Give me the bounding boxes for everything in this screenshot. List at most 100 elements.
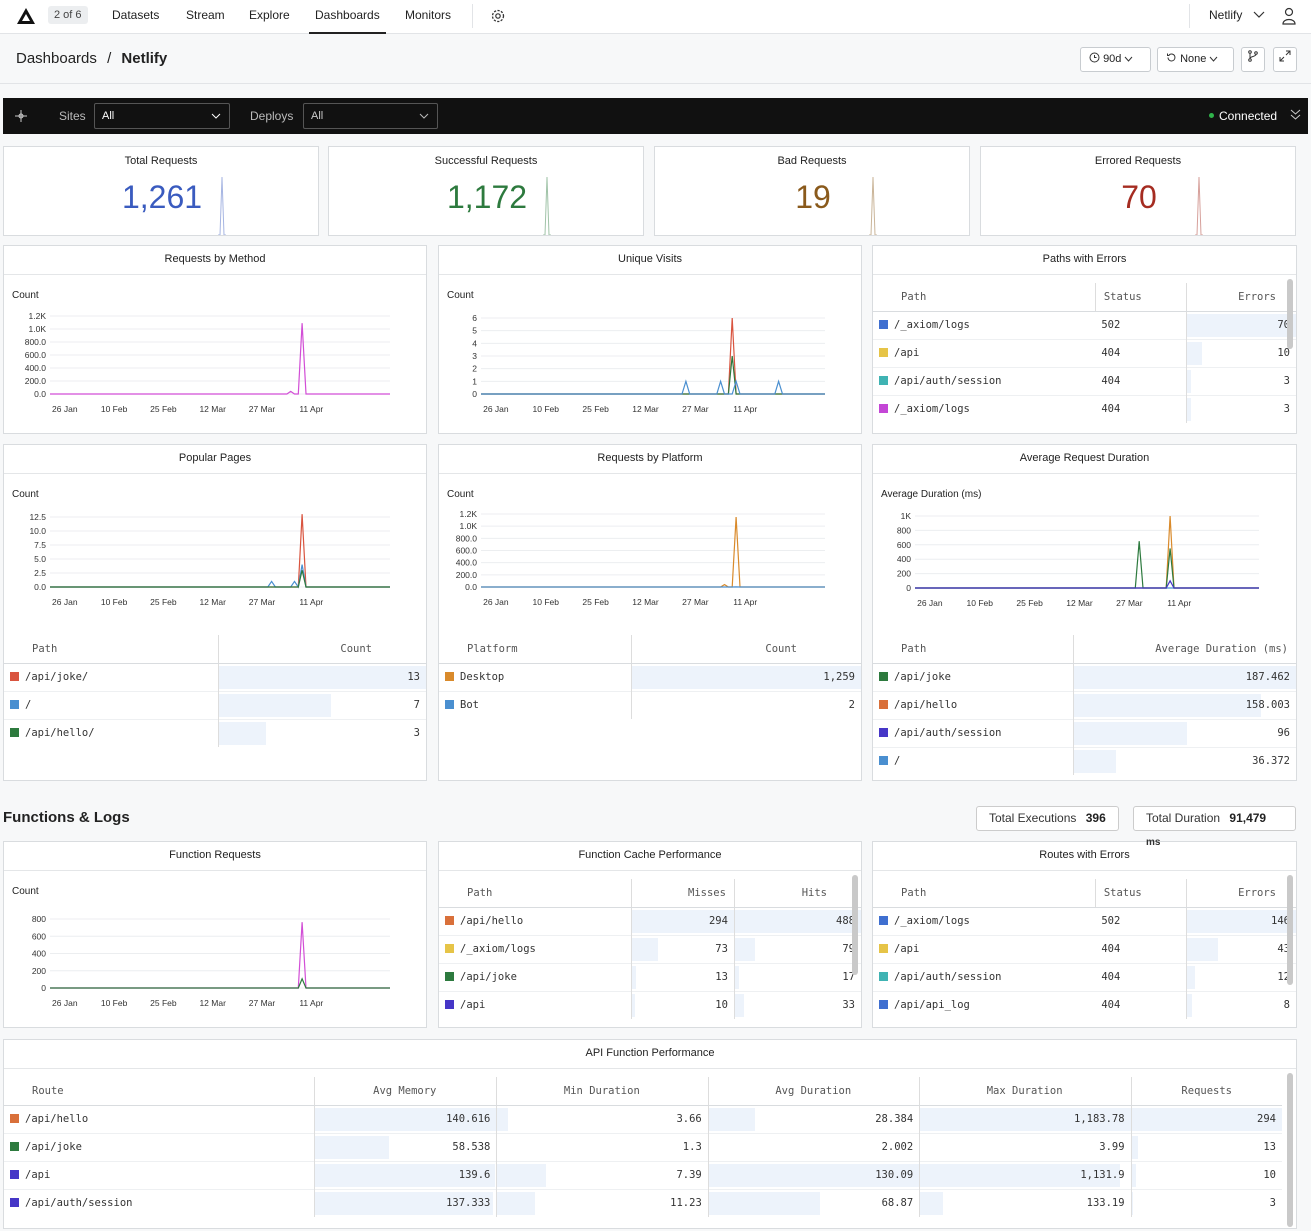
column-header[interactable]: Min Duration xyxy=(496,1077,709,1106)
table-row[interactable]: /api/joke 13 17 xyxy=(439,962,861,991)
table-row[interactable]: /api/auth/session 404 12 xyxy=(873,962,1296,991)
path-text: Bot xyxy=(460,699,479,712)
table-row[interactable]: /api/auth/session 96 xyxy=(873,718,1296,747)
column-header[interactable]: Requests xyxy=(1130,1077,1282,1106)
expand-button[interactable] xyxy=(1273,47,1297,72)
data-table: Path Status Errors /_axiom/logs 502 146/api 40… xyxy=(873,879,1296,1019)
line-chart[interactable]: 1.2K 1.0K 800.0 600.0 400.0 200.0 0.0 26 Jan 10 … xyxy=(439,489,862,629)
table-row[interactable]: /api/hello 158.003 xyxy=(873,690,1296,719)
line-chart[interactable]: 1.2K 1.0K 800.0 600.0 400.0 200.0 0.0 26 Jan 10 … xyxy=(4,290,427,430)
table-row[interactable]: Desktop 1,259 xyxy=(439,662,861,691)
table-row[interactable]: /_axiom/logs 502 146 xyxy=(873,906,1296,935)
bar-cell: 12 xyxy=(1185,962,1296,991)
nav-stream[interactable]: Stream xyxy=(186,0,225,34)
path-cell: /api/joke/ xyxy=(4,662,219,691)
column-header[interactable]: Average Duration (ms) xyxy=(1073,635,1296,664)
table-row[interactable]: /api/auth/session 404 3 xyxy=(873,366,1296,395)
table-row[interactable]: /api/hello 294 488 xyxy=(439,906,861,935)
breadcrumb: Dashboards / Netlify xyxy=(16,50,167,67)
scrollbar[interactable] xyxy=(852,875,858,975)
y-tick-label: 5 xyxy=(472,326,477,336)
nav-explore[interactable]: Explore xyxy=(249,0,290,34)
table-row[interactable]: /_axiom/logs 73 79 xyxy=(439,934,861,963)
column-header[interactable]: Status xyxy=(1094,283,1187,312)
table-row[interactable]: /api/auth/session 137.333 11.23 68.87 133.19… xyxy=(4,1188,1282,1217)
x-tick-label: 12 Mar xyxy=(632,597,659,607)
table-row[interactable]: /api 404 43 xyxy=(873,934,1296,963)
collapse-chevrons-icon[interactable] xyxy=(1290,108,1301,122)
table-row[interactable]: /7 xyxy=(4,690,426,719)
line-chart[interactable]: 6 5 4 3 2 1 0 26 Jan 10 Feb 25 Feb 12 Mar 27 Mar 11 … xyxy=(439,290,862,430)
total-duration-label: Total Duration xyxy=(1146,811,1221,825)
table-row[interactable]: / 36.372 xyxy=(873,746,1296,775)
x-tick-label: 27 Mar xyxy=(249,597,276,607)
stat-card[interactable]: Errored Requests 70 xyxy=(980,146,1296,236)
table-row[interactable]: /api 10 33 xyxy=(439,990,861,1019)
stat-card[interactable]: Total Requests 1,261 xyxy=(3,146,319,236)
column-header[interactable]: Path xyxy=(4,635,219,664)
y-tick-label: 600 xyxy=(32,931,46,941)
table-row[interactable]: /api/hello 140.616 3.66 28.384 1,183.78 294 xyxy=(4,1104,1282,1133)
table-row[interactable]: /api 139.6 7.39 130.09 1,131.9 10 xyxy=(4,1160,1282,1189)
breadcrumb-root[interactable]: Dashboards xyxy=(16,50,97,67)
org-switcher[interactable]: Netlify xyxy=(1209,0,1242,34)
column-header[interactable]: Avg Duration xyxy=(707,1077,920,1106)
user-icon[interactable] xyxy=(1281,7,1297,25)
bar-cell: 36.372 xyxy=(1073,746,1296,775)
filter-icon[interactable] xyxy=(14,109,28,123)
line-chart[interactable]: 800 600 400 200 0 26 Jan 10 Feb 25 Feb 12 Mar 27 … xyxy=(4,886,427,1026)
cell-value: 68.87 xyxy=(881,1197,914,1210)
compare-button[interactable]: None xyxy=(1157,47,1234,72)
nav-datasets[interactable]: Datasets xyxy=(112,0,159,34)
sites-filter-select[interactable]: All xyxy=(94,103,230,129)
nav-monitors[interactable]: Monitors xyxy=(405,0,451,34)
column-header[interactable]: Status xyxy=(1094,879,1187,908)
path-text: /api/auth/session xyxy=(894,375,1002,387)
column-header[interactable]: Max Duration xyxy=(919,1077,1132,1106)
table-row[interactable]: Bot 2 xyxy=(439,690,861,719)
table-row[interactable]: /api/joke 187.462 xyxy=(873,662,1296,691)
stat-card[interactable]: Bad Requests 19 xyxy=(654,146,970,236)
column-header[interactable]: Misses xyxy=(631,879,735,908)
column-header[interactable]: Path xyxy=(873,283,1096,312)
y-tick-label: 0.0 xyxy=(465,582,477,592)
table-row[interactable]: /_axiom/logs 502 70 xyxy=(873,310,1296,339)
stat-card[interactable]: Successful Requests 1,172 xyxy=(328,146,644,236)
line-chart[interactable]: 1K 800 600 400 200 0 26 Jan 10 Feb 25 Feb 12 Mar 2… xyxy=(873,489,1297,629)
x-tick-label: 27 Mar xyxy=(682,597,709,607)
dashboard-counter-badge[interactable]: 2 of 6 xyxy=(48,6,88,24)
column-header[interactable]: Avg Memory xyxy=(313,1077,497,1106)
table-row[interactable]: /api/joke 58.538 1.3 2.002 3.99 13 xyxy=(4,1132,1282,1161)
column-header[interactable]: Route xyxy=(4,1077,314,1106)
scrollbar[interactable] xyxy=(1287,1073,1293,1227)
table-row[interactable]: /api/hello/3 xyxy=(4,718,426,747)
time-range-button[interactable]: 90d xyxy=(1080,47,1151,72)
table-row[interactable]: /api/api_log 404 8 xyxy=(873,990,1296,1019)
path-text: /api/auth/session xyxy=(25,1197,133,1210)
column-header[interactable]: Count xyxy=(630,635,861,664)
column-header[interactable]: Count xyxy=(217,635,426,664)
column-header[interactable]: Hits xyxy=(733,879,861,908)
scrollbar[interactable] xyxy=(1287,875,1293,985)
column-header[interactable]: Path xyxy=(873,879,1096,908)
y-tick-label: 800 xyxy=(32,914,46,924)
column-header[interactable]: Path xyxy=(439,879,632,908)
deploys-filter-select[interactable]: All xyxy=(303,103,438,129)
bar-cell: 96 xyxy=(1073,718,1296,747)
sparkline-line xyxy=(543,176,551,235)
line-chart[interactable]: 12.5 10.0 7.5 5.0 2.5 0.0 26 Jan 10 Feb 25 Feb 12… xyxy=(4,489,427,629)
axiom-logo-icon[interactable] xyxy=(16,7,36,25)
column-header[interactable]: Platform xyxy=(439,635,632,664)
settings-gear-icon[interactable] xyxy=(490,8,506,24)
nav-dashboards[interactable]: Dashboards xyxy=(309,0,386,34)
fork-button[interactable] xyxy=(1241,47,1265,72)
column-header[interactable]: Path xyxy=(873,635,1074,664)
chevron-down-icon[interactable] xyxy=(1253,11,1265,19)
table-row[interactable]: /api 404 10 xyxy=(873,338,1296,367)
column-header[interactable]: Errors xyxy=(1185,283,1296,312)
column-header[interactable]: Errors xyxy=(1185,879,1296,908)
scrollbar[interactable] xyxy=(1287,279,1293,349)
table-row[interactable]: /api/joke/13 xyxy=(4,662,426,691)
bar-cell: 58.538 xyxy=(313,1132,497,1161)
table-row[interactable]: /_axiom/logs 404 3 xyxy=(873,394,1296,423)
